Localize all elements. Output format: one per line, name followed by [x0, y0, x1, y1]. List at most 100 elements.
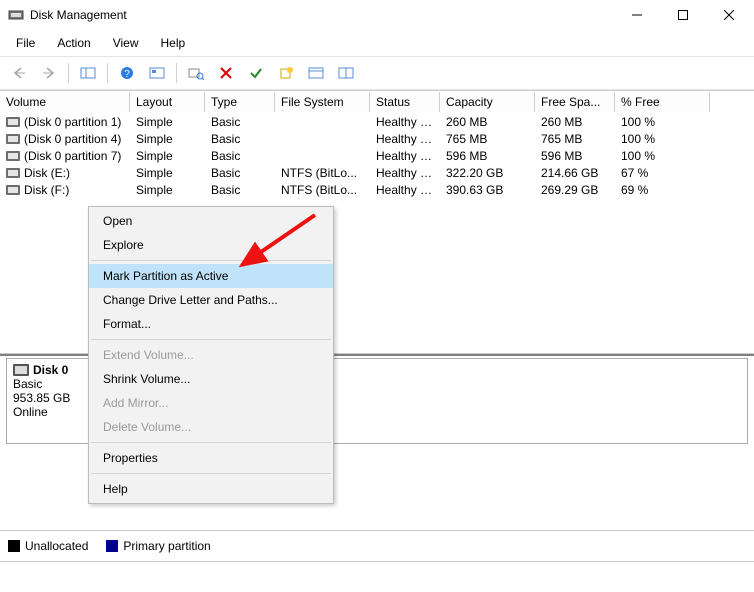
menu-file[interactable]: File	[6, 32, 45, 54]
disk-icon	[13, 364, 29, 376]
action-center-icon[interactable]	[333, 61, 359, 85]
cell: Disk (F:)	[0, 183, 130, 197]
volume-row[interactable]: (Disk 0 partition 4)SimpleBasic Healthy (…	[0, 130, 754, 147]
menu-action[interactable]: Action	[47, 32, 100, 54]
forward-button	[36, 61, 62, 85]
cell: Simple	[130, 183, 205, 197]
cell: Healthy (R...	[370, 132, 440, 146]
back-button	[6, 61, 32, 85]
ctx-separator	[91, 442, 331, 443]
menu-view[interactable]: View	[103, 32, 149, 54]
settings-icon[interactable]	[144, 61, 170, 85]
swatch-blue	[106, 540, 118, 552]
show-hide-tree-icon[interactable]	[75, 61, 101, 85]
volume-row[interactable]: Disk (E:)SimpleBasicNTFS (BitLo...Health…	[0, 164, 754, 181]
cell: Healthy (B...	[370, 183, 440, 197]
cell: 390.63 GB	[440, 183, 535, 197]
cell: 596 MB	[440, 149, 535, 163]
legend-primary: Primary partition	[106, 539, 210, 553]
cell: (Disk 0 partition 7)	[0, 149, 130, 163]
delete-icon[interactable]	[213, 61, 239, 85]
menubar: File Action View Help	[0, 30, 754, 57]
cell: 260 MB	[440, 115, 535, 129]
cell: Healthy (B...	[370, 166, 440, 180]
cell: 269.29 GB	[535, 183, 615, 197]
col-pctfree[interactable]: % Free	[615, 92, 710, 112]
cell: 100 %	[615, 149, 710, 163]
cell: Simple	[130, 166, 205, 180]
cell: Basic	[205, 183, 275, 197]
maximize-button[interactable]	[660, 0, 706, 30]
cell: (Disk 0 partition 4)	[0, 132, 130, 146]
cell: Basic	[205, 132, 275, 146]
volume-row[interactable]: Disk (F:)SimpleBasicNTFS (BitLo...Health…	[0, 181, 754, 198]
ctx-separator	[91, 339, 331, 340]
cell: Simple	[130, 149, 205, 163]
cell: Basic	[205, 166, 275, 180]
ctx-separator	[91, 473, 331, 474]
cell: Disk (E:)	[0, 166, 130, 180]
cell: 67 %	[615, 166, 710, 180]
cell: 765 MB	[440, 132, 535, 146]
volume-row[interactable]: (Disk 0 partition 1)SimpleBasicHealthy (…	[0, 113, 754, 130]
col-volume[interactable]: Volume	[0, 92, 130, 112]
cell: Simple	[130, 132, 205, 146]
ctx-help[interactable]: Help	[89, 477, 333, 501]
toolbar: ?	[0, 57, 754, 90]
help-icon[interactable]: ?	[114, 61, 140, 85]
check-icon[interactable]	[243, 61, 269, 85]
cell: (Disk 0 partition 1)	[0, 115, 130, 129]
cell: Simple	[130, 115, 205, 129]
context-menu: Open Explore Mark Partition as Active Ch…	[88, 206, 334, 504]
minimize-button[interactable]	[614, 0, 660, 30]
toolbar-separator	[107, 63, 108, 83]
ctx-open[interactable]: Open	[89, 209, 333, 233]
col-filesystem[interactable]: File System	[275, 92, 370, 112]
disk-type: Basic	[13, 377, 90, 391]
new-partition-icon[interactable]	[273, 61, 299, 85]
cell: NTFS (BitLo...	[275, 183, 370, 197]
col-capacity[interactable]: Capacity	[440, 92, 535, 112]
legend-unallocated: Unallocated	[8, 539, 88, 553]
ctx-add-mirror: Add Mirror...	[89, 391, 333, 415]
volume-row[interactable]: (Disk 0 partition 7)SimpleBasic Healthy (…	[0, 147, 754, 164]
statusbar	[0, 561, 754, 584]
disk-size: 953.85 GB	[13, 391, 90, 405]
toolbar-separator	[176, 63, 177, 83]
volume-icon	[6, 151, 20, 161]
cell: Healthy (R...	[370, 149, 440, 163]
cell: 100 %	[615, 115, 710, 129]
swatch-black	[8, 540, 20, 552]
menu-help[interactable]: Help	[151, 32, 196, 54]
volume-list-header: Volume Layout Type File System Status Ca…	[0, 90, 754, 113]
disk-name: Disk 0	[33, 363, 68, 377]
ctx-extend-volume: Extend Volume...	[89, 343, 333, 367]
col-free[interactable]: Free Spa...	[535, 92, 615, 112]
properties-icon[interactable]	[303, 61, 329, 85]
ctx-change-letter[interactable]: Change Drive Letter and Paths...	[89, 288, 333, 312]
col-status[interactable]: Status	[370, 92, 440, 112]
ctx-delete-volume: Delete Volume...	[89, 415, 333, 439]
disk-label[interactable]: Disk 0 Basic 953.85 GB Online	[7, 359, 97, 443]
ctx-format[interactable]: Format...	[89, 312, 333, 336]
app-icon	[8, 7, 24, 23]
col-type[interactable]: Type	[205, 92, 275, 112]
cell: 260 MB	[535, 115, 615, 129]
close-button[interactable]	[706, 0, 752, 30]
cell: Basic	[205, 149, 275, 163]
cell: 322.20 GB	[440, 166, 535, 180]
ctx-shrink-volume[interactable]: Shrink Volume...	[89, 367, 333, 391]
volume-icon	[6, 117, 20, 127]
ctx-properties[interactable]: Properties	[89, 446, 333, 470]
cell: 100 %	[615, 132, 710, 146]
cell: Healthy (E...	[370, 115, 440, 129]
ctx-mark-active[interactable]: Mark Partition as Active	[89, 264, 333, 288]
ctx-separator	[91, 260, 331, 261]
cell: 69 %	[615, 183, 710, 197]
refresh-icon[interactable]	[183, 61, 209, 85]
ctx-explore[interactable]: Explore	[89, 233, 333, 257]
window-title: Disk Management	[30, 8, 614, 22]
col-layout[interactable]: Layout	[130, 92, 205, 112]
svg-text:?: ?	[124, 69, 130, 80]
volume-icon	[6, 134, 20, 144]
